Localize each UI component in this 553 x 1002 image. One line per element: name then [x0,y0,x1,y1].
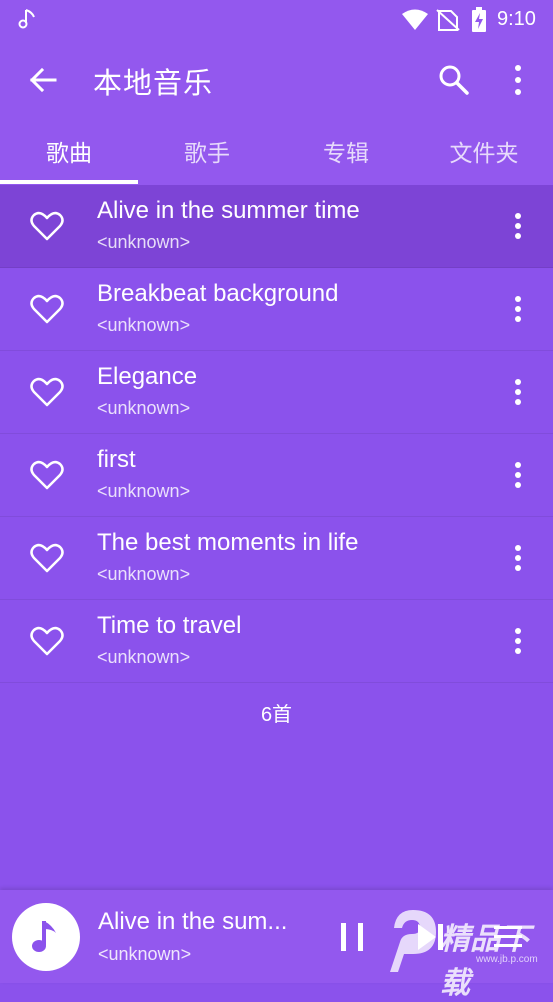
song-list: Alive in the summer time <unknown> Break… [0,185,553,683]
search-icon[interactable] [438,64,470,96]
tab-artists[interactable]: 歌手 [138,120,276,186]
wifi-icon [402,9,428,30]
song-title: first [97,446,136,473]
heart-icon[interactable] [30,626,64,656]
song-artist: <unknown> [97,481,191,501]
no-sim-icon [436,9,460,31]
heart-icon[interactable] [30,377,64,407]
watermark: 精品下载 www.jb.p.com [384,904,552,1000]
song-artist: <unknown> [97,647,191,667]
song-row[interactable]: Elegance <unknown> [0,351,553,434]
song-title: Elegance [97,363,198,390]
song-artist: <unknown> [97,398,191,418]
more-vert-icon[interactable] [508,626,528,656]
heart-icon[interactable] [30,460,64,490]
heart-icon[interactable] [30,211,64,241]
watermark-url: www.jb.p.com [476,954,538,965]
now-playing-artist: <unknown> [98,944,192,964]
more-vert-icon[interactable] [508,543,528,573]
status-bar: 9:10 [0,0,553,40]
song-row[interactable]: Alive in the summer time <unknown> [0,185,553,268]
watermark-logo-icon [390,910,436,972]
song-artist: <unknown> [97,232,191,252]
more-vert-icon[interactable] [508,294,528,324]
song-row[interactable]: Time to travel <unknown> [0,600,553,683]
tab-songs[interactable]: 歌曲 [0,120,138,186]
battery-charging-icon [472,7,486,32]
music-note-icon [32,921,56,952]
tab-folders[interactable]: 文件夹 [415,120,553,186]
status-time: 9:10 [497,8,536,30]
song-row[interactable]: first <unknown> [0,434,553,517]
song-artist: <unknown> [97,564,191,584]
more-vert-icon[interactable] [508,377,528,407]
more-vert-icon[interactable] [508,62,528,98]
song-row[interactable]: Breakbeat background <unknown> [0,268,553,351]
song-row[interactable]: The best moments in life <unknown> [0,517,553,600]
album-art[interactable] [12,903,80,971]
song-title: Breakbeat background [97,280,339,307]
song-title: Alive in the summer time [97,197,360,224]
back-arrow-icon[interactable] [28,65,58,95]
tab-bar: 歌曲 歌手 专辑 文件夹 [0,120,553,186]
heart-icon[interactable] [30,294,64,324]
page-title: 本地音乐 [93,68,214,100]
heart-icon[interactable] [30,543,64,573]
app-bar: 本地音乐 [0,40,553,120]
music-note-icon [18,9,35,29]
song-title: The best moments in life [97,529,359,556]
tab-albums[interactable]: 专辑 [277,120,415,186]
more-vert-icon[interactable] [508,211,528,241]
tab-indicator [0,180,138,184]
song-count: 6首 [260,704,293,726]
now-playing-title: Alive in the sum... [98,908,288,935]
song-title: Time to travel [97,612,242,639]
more-vert-icon[interactable] [508,460,528,490]
pause-icon[interactable] [336,920,368,954]
song-artist: <unknown> [97,315,191,335]
